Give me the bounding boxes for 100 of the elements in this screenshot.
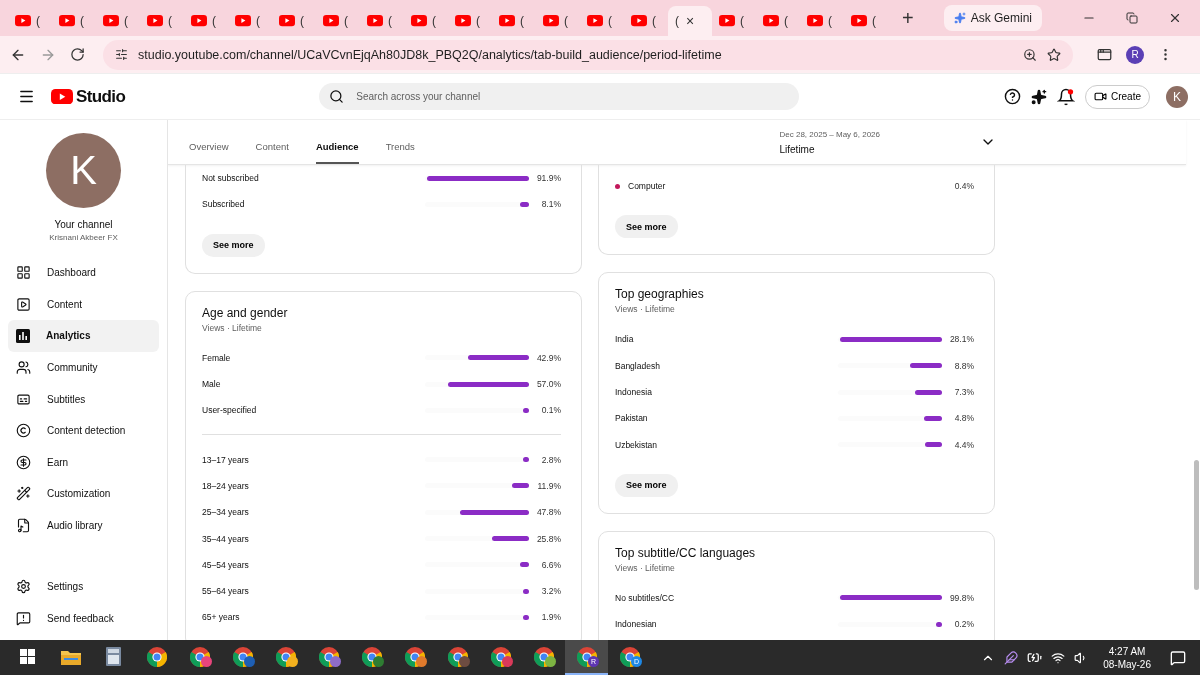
card-subtitle: Views · Lifetime: [615, 562, 676, 573]
browser-tab[interactable]: (: [448, 6, 492, 36]
row-label: Computer: [628, 181, 667, 192]
see-more-button[interactable]: See more: [615, 473, 678, 497]
card-title: Age and gender: [202, 305, 289, 320]
nav-item[interactable]: Earn: [8, 446, 159, 479]
browser-tab[interactable]: (: [800, 6, 844, 36]
row-label: India: [615, 334, 635, 345]
nav-item[interactable]: Community: [8, 351, 159, 384]
browser-tab[interactable]: (: [316, 6, 360, 36]
tab-title: (: [300, 14, 304, 28]
bookmark-star-icon[interactable]: [1047, 47, 1061, 62]
browser-tab[interactable]: (: [712, 6, 756, 36]
close-icon[interactable]: [1168, 11, 1182, 25]
browser-tab[interactable]: (: [184, 6, 228, 36]
channel-avatar[interactable]: K: [46, 133, 121, 208]
create-button[interactable]: Create: [1085, 84, 1150, 109]
analytics-tab[interactable]: Overview: [189, 141, 229, 164]
nav-item[interactable]: Customization: [8, 478, 159, 510]
youtube-icon: [15, 15, 31, 27]
youtube-icon: [323, 15, 339, 27]
help-icon[interactable]: [1004, 88, 1021, 105]
percent-value: 4.8%: [953, 413, 974, 424]
tab-title: (: [36, 14, 40, 28]
calculator-icon: [106, 647, 121, 666]
browser-tab[interactable]: (: [404, 6, 448, 36]
search-field[interactable]: Search across your channel: [354, 90, 790, 103]
tab-title: (: [168, 14, 172, 28]
restore-icon[interactable]: [1126, 12, 1138, 24]
battery-icon[interactable]: [1027, 650, 1043, 665]
nav-item[interactable]: Subtitles: [8, 383, 159, 415]
nav-item[interactable]: Content detection: [8, 414, 159, 447]
profile-avatar[interactable]: R: [1126, 45, 1144, 64]
dashboard-icon: [16, 265, 31, 281]
tab-title: (: [476, 14, 480, 28]
browser-tab[interactable]: (: [228, 6, 272, 36]
tab-title: (: [608, 14, 612, 28]
nav-item[interactable]: Analytics: [8, 320, 159, 352]
studio-logo-text: Studio: [76, 86, 126, 107]
tab-title: (: [872, 14, 876, 28]
analytics-tab[interactable]: Trends: [385, 141, 415, 164]
window-icon[interactable]: [1097, 47, 1112, 62]
browser-tab[interactable]: (: [536, 6, 580, 36]
analytics-tab[interactable]: Content: [255, 141, 289, 164]
reload-icon[interactable]: [70, 47, 85, 62]
browser-tab[interactable]: (: [756, 6, 800, 36]
sparkle-icon[interactable]: [1031, 88, 1047, 105]
percent-value: 7.3%: [953, 387, 974, 398]
site-info-icon[interactable]: [115, 48, 128, 61]
browser-tab[interactable]: ( ×: [668, 6, 712, 36]
tab-title: (: [675, 14, 679, 28]
tab-title: (: [124, 14, 128, 28]
wifi-icon[interactable]: [1051, 650, 1066, 665]
row-label: 13–17 years: [202, 454, 250, 465]
zoom-icon[interactable]: [1023, 47, 1037, 62]
analytics-tab[interactable]: Audience: [315, 141, 359, 164]
percent-value: 6.6%: [540, 559, 561, 570]
new-tab-button[interactable]: +: [894, 6, 922, 30]
browser-tab[interactable]: (: [360, 6, 404, 36]
see-more-button[interactable]: See more: [202, 233, 265, 257]
browser-tab[interactable]: (: [96, 6, 140, 36]
browser-tab[interactable]: (: [8, 6, 52, 36]
row-label: Not subscribed: [202, 173, 260, 184]
percent-value: 3.2%: [540, 586, 561, 597]
browser-tab[interactable]: (: [492, 6, 536, 36]
feather-icon[interactable]: [1004, 650, 1019, 665]
nav-item[interactable]: Dashboard: [8, 257, 159, 289]
channel-title: Your channel: [54, 219, 113, 230]
browser-tab[interactable]: (: [52, 6, 96, 36]
card-subtitle: Views · Lifetime: [615, 304, 676, 315]
sparkle-icon: [953, 12, 966, 24]
see-more-button[interactable]: See more: [615, 215, 678, 239]
menu-icon[interactable]: [18, 88, 35, 105]
youtube-icon: [279, 15, 295, 27]
scrollbar-thumb[interactable]: [1194, 460, 1199, 590]
ask-gemini-button[interactable]: Ask Gemini: [943, 5, 1042, 31]
youtube-icon: [235, 15, 251, 27]
youtube-icon: [719, 15, 735, 27]
youtube-icon: [587, 15, 603, 27]
music-file-icon: [16, 518, 31, 534]
nav-item[interactable]: Settings: [8, 570, 159, 603]
nav-item[interactable]: Content: [8, 288, 159, 321]
browser-tab[interactable]: (: [580, 6, 624, 36]
row-label: 45–54 years: [202, 559, 250, 570]
windows-icon: [20, 649, 35, 664]
browser-tab[interactable]: (: [272, 6, 316, 36]
account-avatar[interactable]: K: [1166, 85, 1188, 108]
content-icon: [16, 296, 31, 312]
tab-close-button[interactable]: ×: [686, 13, 695, 29]
notification-icon[interactable]: [1170, 649, 1186, 666]
browser-tab[interactable]: (: [624, 6, 668, 36]
search-bar[interactable]: Search across your channel: [319, 83, 800, 110]
browser-tab[interactable]: (: [140, 6, 184, 36]
tab-title: (: [652, 14, 656, 28]
address-field[interactable]: studio.youtube.com/channel/UCaVCvnEjqAh80JD8k_PBQ2Q/analytics/tab-build_audience/period-lifetime: [103, 39, 1073, 70]
row-label: Subscribed: [202, 199, 246, 210]
nav-item[interactable]: Audio library: [8, 509, 159, 542]
nav-item[interactable]: Send feedback: [8, 602, 159, 634]
bell-icon[interactable]: [1057, 87, 1075, 106]
browser-tab[interactable]: (: [844, 6, 888, 36]
